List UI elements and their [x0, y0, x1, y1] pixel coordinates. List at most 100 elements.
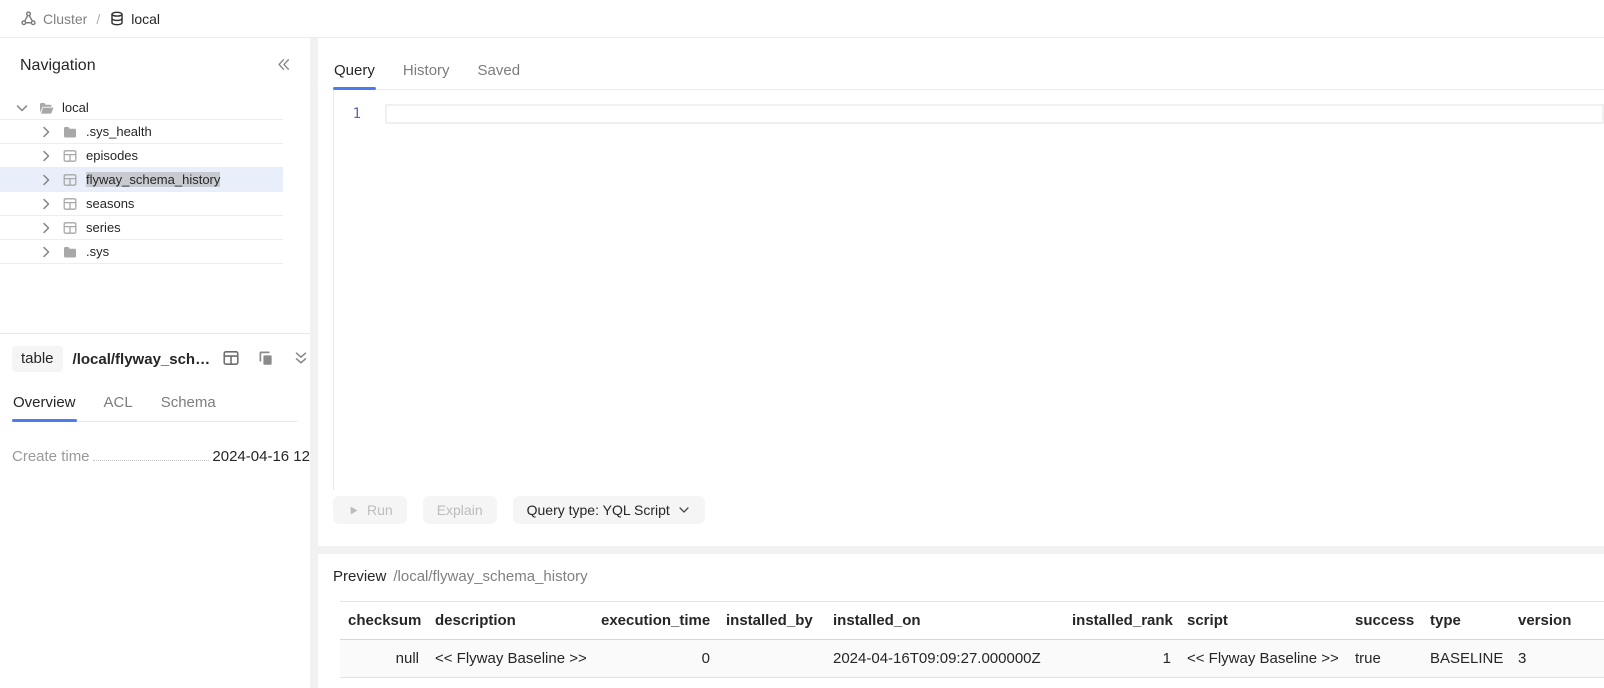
- tab-query[interactable]: Query: [333, 62, 376, 89]
- play-icon: [347, 504, 360, 517]
- vertical-splitter[interactable]: [310, 38, 318, 688]
- content-row: Navigation local .sys_health episodes flywa…: [0, 38, 1604, 688]
- navigation-section: Navigation local .sys_health episodes flywa…: [0, 38, 310, 333]
- breadcrumb-local-label: local: [131, 11, 160, 27]
- tree-item-label: .sys: [86, 244, 109, 259]
- preview-header: Preview /local/flyway_schema_history: [333, 568, 1604, 585]
- copy-icon: [257, 349, 275, 370]
- editor-gutter: 1: [334, 104, 385, 490]
- object-summary-tabs: Overview ACL Schema: [12, 394, 297, 422]
- editor-current-line: [385, 104, 1604, 124]
- table-grid-icon: [222, 349, 240, 370]
- cell-checksum: null: [340, 640, 427, 678]
- editor-code-area[interactable]: [385, 104, 1604, 490]
- explain-button[interactable]: Explain: [423, 496, 497, 524]
- info-row-create-time: Create time 2024-04-16 12: [12, 448, 310, 465]
- query-type-dropdown[interactable]: Query type: YQL Script: [513, 496, 705, 524]
- table-row: null<< Flyway Baseline >>02024-04-16T09:…: [340, 640, 1604, 678]
- main-panel: Query History Saved 1 Run: [318, 38, 1604, 688]
- object-summary-actions: [222, 349, 310, 370]
- tree-item-.sys[interactable]: .sys: [0, 240, 283, 264]
- double-chevron-down-icon: [292, 349, 310, 370]
- double-chevron-left-icon: [275, 56, 292, 76]
- expand-summary-button[interactable]: [292, 349, 310, 370]
- column-header-script: script: [1179, 602, 1347, 640]
- tree-item-label: .sys_health: [86, 124, 152, 139]
- navigation-title: Navigation: [20, 57, 96, 75]
- chevron-right-icon[interactable]: [38, 244, 54, 260]
- run-button-label: Run: [367, 502, 393, 518]
- table-icon: [62, 172, 78, 188]
- tree-item-label: flyway_schema_history: [86, 172, 220, 187]
- preview-title: Preview: [333, 568, 386, 585]
- tree-item-flyway_schema_history[interactable]: flyway_schema_history: [0, 168, 283, 192]
- tree-item-label: seasons: [86, 196, 134, 211]
- explain-button-label: Explain: [437, 502, 483, 518]
- cell-success: true: [1347, 640, 1422, 678]
- table-icon: [62, 196, 78, 212]
- preview-table-wrap: checksumdescriptionexecution_timeinstall…: [340, 601, 1604, 678]
- chevron-down-icon: [677, 503, 691, 517]
- tab-history[interactable]: History: [402, 62, 451, 89]
- chevron-right-icon[interactable]: [38, 124, 54, 140]
- tree-item-seasons[interactable]: seasons: [0, 192, 283, 216]
- left-panel: Navigation local .sys_health episodes flywa…: [0, 38, 310, 688]
- line-number: 1: [353, 106, 361, 122]
- cell-installed_rank: 1: [1064, 640, 1179, 678]
- folder-open-icon: [38, 100, 54, 116]
- chevron-right-icon[interactable]: [38, 196, 54, 212]
- cell-version: 3: [1510, 640, 1604, 678]
- tab-overview[interactable]: Overview: [12, 394, 77, 421]
- query-actions: Run Explain Query type: YQL Script: [333, 496, 1604, 524]
- tree-item-episodes[interactable]: episodes: [0, 144, 283, 168]
- chevron-right-icon[interactable]: [38, 172, 54, 188]
- tab-saved[interactable]: Saved: [477, 62, 522, 89]
- horizontal-splitter[interactable]: [318, 546, 1604, 554]
- column-header-installed_by: installed_by: [718, 602, 825, 640]
- object-summary: table /local/flyway_sch…: [0, 333, 310, 688]
- column-header-execution_time: execution_time: [593, 602, 718, 640]
- cell-script: << Flyway Baseline >>: [1179, 640, 1347, 678]
- cell-installed_on: 2024-04-16T09:09:27.000000Z: [825, 640, 1064, 678]
- tab-schema[interactable]: Schema: [160, 394, 217, 421]
- column-header-success: success: [1347, 602, 1422, 640]
- preview-table: checksumdescriptionexecution_timeinstall…: [340, 601, 1604, 678]
- open-preview-button[interactable]: [222, 349, 240, 370]
- tree-item-label: series: [86, 220, 121, 235]
- tab-acl[interactable]: ACL: [103, 394, 134, 421]
- column-header-type: type: [1422, 602, 1510, 640]
- chevron-down-icon[interactable]: [14, 100, 30, 116]
- query-tabs: Query History Saved: [333, 62, 1604, 90]
- column-header-checksum: checksum: [340, 602, 427, 640]
- breadcrumb-cluster-label: Cluster: [43, 11, 87, 27]
- run-button[interactable]: Run: [333, 496, 407, 524]
- breadcrumb: Cluster / local: [0, 0, 1604, 38]
- cell-execution_time: 0: [593, 640, 718, 678]
- column-header-installed_on: installed_on: [825, 602, 1064, 640]
- breadcrumb-item-local[interactable]: local: [109, 10, 160, 27]
- tree-item-.sys_health[interactable]: .sys_health: [0, 120, 283, 144]
- folder-icon: [62, 124, 78, 140]
- column-header-version: version: [1510, 602, 1604, 640]
- query-editor[interactable]: 1: [333, 90, 1604, 490]
- tree-item-label: episodes: [86, 148, 138, 163]
- app-root: Cluster / local Navigation: [0, 0, 1604, 688]
- database-icon: [109, 10, 125, 27]
- cell-description: << Flyway Baseline >>: [427, 640, 593, 678]
- entity-path: /local/flyway_sch…: [73, 351, 211, 368]
- column-header-description: description: [427, 602, 593, 640]
- info-label: Create time: [12, 448, 90, 465]
- preview-path: /local/flyway_schema_history: [393, 568, 587, 585]
- tree-item-local[interactable]: local: [0, 96, 283, 120]
- chevron-right-icon[interactable]: [38, 148, 54, 164]
- navigation-tree: local .sys_health episodes flyway_schema_hi…: [0, 96, 283, 264]
- collapse-panel-button[interactable]: [275, 56, 292, 76]
- chevron-right-icon[interactable]: [38, 220, 54, 236]
- table-icon: [62, 148, 78, 164]
- breadcrumb-item-cluster[interactable]: Cluster: [20, 10, 87, 27]
- tree-item-series[interactable]: series: [0, 216, 283, 240]
- preview-section: Preview /local/flyway_schema_history che…: [318, 554, 1604, 688]
- copy-path-button[interactable]: [257, 349, 275, 370]
- entity-type-badge: table: [12, 346, 63, 372]
- object-summary-header: table /local/flyway_sch…: [12, 346, 310, 372]
